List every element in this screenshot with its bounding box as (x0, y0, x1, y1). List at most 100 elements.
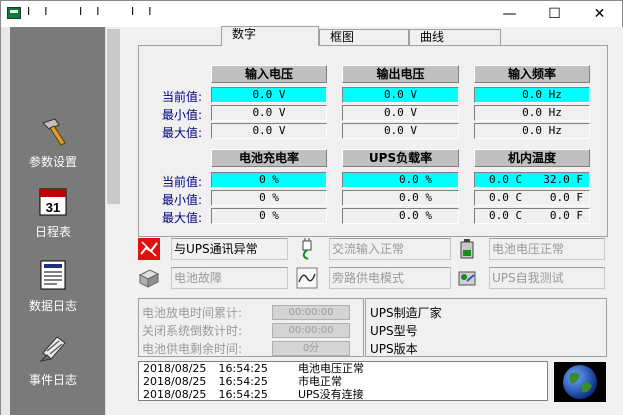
minimize-button[interactable]: — (487, 1, 532, 27)
hammer-icon (42, 118, 66, 146)
value-box: 0.0 % (342, 208, 459, 224)
value-box: 0 % (211, 172, 327, 188)
value-box: 0.0 Hz (474, 87, 590, 103)
battery-icon (460, 239, 474, 259)
log-date: 2018/08/25 (143, 388, 207, 401)
scrollbar-thumb[interactable] (107, 29, 120, 204)
value-box: 0.0 Hz (474, 123, 590, 139)
ups-manufacturer: UPS制造厂家 (370, 306, 442, 320)
value-text: 0.0 Hz (522, 124, 562, 137)
sidebar-item-label: 参数设置 (28, 155, 77, 169)
sidebar-item-label: 事件日志 (28, 373, 77, 387)
app-window: II II II — ☐ ✕ 参数设置 31 日程表 数据日志 事件日志 数字 … (0, 0, 623, 415)
row-label-min: 最小值: (161, 193, 202, 207)
log-time: 16:54:25 (218, 375, 268, 388)
value-text: 0 % (259, 173, 279, 186)
row-label-max: 最大值: (161, 211, 202, 225)
value-box: 0.0 % (342, 190, 459, 206)
value-box: 0.0 V (211, 105, 327, 121)
value-box: 0.0 % (342, 172, 459, 188)
sidebar-item-settings[interactable]: 参数设置 (11, 117, 95, 170)
metric-header-output-voltage: 输出电压 (342, 65, 459, 83)
value-text: 0.0 % (398, 209, 433, 222)
bypass-icon (296, 267, 318, 289)
event-log-list[interactable]: 2018/08/25 16:54:25 电池电压正常 2018/08/25 16… (138, 361, 548, 401)
value-text-celsius: 0.0 C (489, 209, 523, 222)
value-text: 0.0 V (383, 106, 418, 119)
calendar-icon: 31 (39, 188, 67, 216)
value-box: 0.0 Hz (474, 105, 590, 121)
log-date: 2018/08/25 (143, 375, 207, 388)
value-text-fahrenheit: 0.0 F (549, 209, 583, 222)
value-text: 0.0 Hz (522, 88, 562, 101)
value-text-celsius: 0.0 C (489, 173, 523, 186)
status-bypass: 旁路供电模式 (329, 267, 451, 289)
sidebar-item-data-log[interactable]: 数据日志 (11, 259, 95, 314)
value-text-fahrenheit: 32.0 F (543, 173, 583, 186)
value-text: 0.0 V (383, 124, 418, 137)
value-box: 0.0 C 0.0 F (474, 190, 590, 206)
timer-label-remaining: 电池供电剩余时间: (142, 342, 243, 356)
value-box: 0.0 V (342, 87, 459, 103)
sidebar-item-event-log[interactable]: 事件日志 (11, 333, 95, 388)
sidebar-edge (1, 27, 10, 415)
list-item[interactable]: 2018/08/25 16:54:25 UPS没有连接 (143, 388, 547, 401)
value-text: 0.0 Hz (522, 106, 562, 119)
value-box: 0 % (211, 208, 327, 224)
comm-error-icon (138, 238, 160, 260)
value-text: 0.0 V (383, 88, 418, 101)
value-text-celsius: 0.0 C (489, 191, 523, 204)
metric-header-battery-charge: 电池充电率 (211, 149, 327, 167)
ups-version: UPS版本 (370, 342, 418, 356)
value-box: 0.0 V (211, 87, 327, 103)
value-box: 0.0 V (342, 105, 459, 121)
timer-value-discharge: 00:00:00 (272, 305, 350, 320)
timer-label-shutdown: 关闭系统倒数计时: (142, 324, 243, 338)
value-text: 0.0 V (252, 106, 286, 119)
timer-value-remaining: 0分 (272, 341, 350, 356)
tab-block-diagram[interactable]: 框图 (319, 29, 409, 45)
value-text: 0.0 % (398, 191, 433, 204)
value-box: 0.0 V (342, 123, 459, 139)
timer-value-shutdown: 00:00:00 (272, 323, 350, 338)
list-item[interactable]: 2018/08/25 16:54:25 市电正常 (143, 375, 547, 388)
status-battery-voltage: 电池电压正常 (489, 238, 605, 260)
sidebar-item-label: 数据日志 (28, 299, 77, 313)
metric-header-input-voltage: 输入电压 (211, 65, 327, 83)
status-ac-input: 交流输入正常 (329, 238, 451, 260)
sidebar-item-label: 日程表 (34, 225, 71, 239)
timer-label-discharge: 电池放电时间累计: (142, 306, 243, 320)
value-text: 0.0 % (398, 173, 433, 186)
row-label-current: 当前值: (161, 175, 202, 189)
close-button[interactable]: ✕ (577, 1, 622, 27)
value-box: 0.0 C 0.0 F (474, 208, 590, 224)
status-self-test: UPS自我测试 (489, 267, 605, 289)
tab-digital[interactable]: 数字 (221, 26, 319, 46)
value-box: 0.0 C 32.0 F (474, 172, 590, 188)
ac-plug-icon (302, 238, 312, 260)
status-battery-fault: 电池故障 (171, 267, 288, 289)
window-title: II II II (27, 5, 166, 18)
tab-curve[interactable]: 曲线 (409, 29, 501, 45)
value-box: 0.0 V (211, 123, 327, 139)
log-time: 16:54:25 (218, 388, 268, 401)
title-bar: II II II — ☐ ✕ (1, 1, 622, 27)
value-text-fahrenheit: 0.0 F (549, 191, 583, 204)
value-box: 0 % (211, 190, 327, 206)
value-text: 0.0 V (252, 124, 286, 137)
row-label-current: 当前值: (161, 90, 202, 104)
battery-fault-icon (138, 269, 160, 288)
metric-header-ups-load: UPS负载率 (342, 149, 459, 167)
log-date: 2018/08/25 (143, 362, 207, 375)
maximize-button[interactable]: ☐ (532, 1, 577, 27)
list-item[interactable]: 2018/08/25 16:54:25 电池电压正常 (143, 362, 547, 375)
globe-icon (554, 362, 606, 402)
metric-header-internal-temp: 机内温度 (474, 149, 590, 167)
metric-header-input-frequency: 输入频率 (474, 65, 590, 83)
row-label-max: 最大值: (161, 126, 202, 140)
status-comm: 与UPS通讯异常 (171, 238, 288, 260)
row-label-min: 最小值: (161, 108, 202, 122)
data-log-icon (40, 260, 66, 290)
sidebar-item-schedule[interactable]: 31 日程表 (11, 185, 95, 240)
self-test-icon (458, 271, 476, 286)
